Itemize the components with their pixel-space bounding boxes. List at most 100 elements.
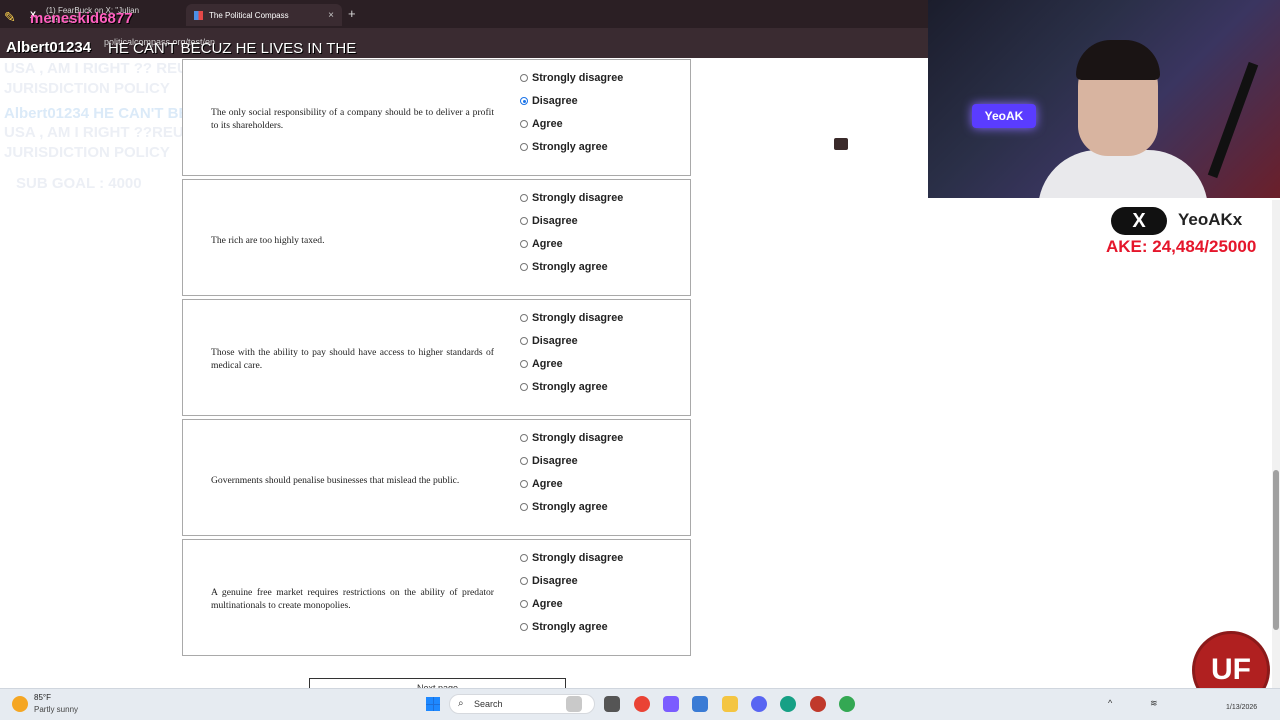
option-label: Strongly disagree bbox=[532, 552, 624, 564]
answer-option[interactable]: Agree bbox=[520, 118, 563, 130]
goal-counter: AKE: 24,484/25000 bbox=[1106, 237, 1257, 256]
radio-button[interactable] bbox=[520, 97, 528, 105]
question-text: A genuine free market requires restricti… bbox=[211, 587, 494, 611]
windows-start-icon[interactable] bbox=[426, 697, 440, 711]
radio-button[interactable] bbox=[520, 600, 528, 608]
discord-icon[interactable] bbox=[751, 696, 767, 712]
answer-option[interactable]: Disagree bbox=[520, 575, 578, 587]
option-label: Strongly agree bbox=[532, 381, 608, 393]
clock-date[interactable]: 1/13/2026 bbox=[1226, 704, 1257, 711]
edge-icon[interactable] bbox=[780, 696, 796, 712]
option-label: Strongly agree bbox=[532, 261, 608, 273]
wifi-icon[interactable]: ≋ bbox=[1150, 698, 1158, 709]
option-label: Agree bbox=[532, 598, 563, 610]
question-text: Governments should penalise businesses t… bbox=[211, 475, 460, 486]
option-label: Strongly disagree bbox=[532, 432, 624, 444]
scrollbar-thumb[interactable] bbox=[1273, 470, 1279, 630]
browser-tab-bar: X (1) FearBuck on X: "Julian Alexan..." … bbox=[0, 0, 928, 28]
answer-option[interactable]: Agree bbox=[520, 358, 563, 370]
answer-option[interactable]: Strongly agree bbox=[520, 381, 608, 393]
option-label: Agree bbox=[532, 118, 563, 130]
neon-sign: YeoAK bbox=[972, 104, 1036, 128]
radio-button[interactable] bbox=[520, 457, 528, 465]
stream-handle: YeoAKx bbox=[1178, 210, 1243, 229]
chat-username: Albert01234 bbox=[6, 39, 92, 56]
file-explorer-icon[interactable] bbox=[722, 696, 738, 712]
radio-button[interactable] bbox=[520, 120, 528, 128]
answer-option[interactable]: Disagree bbox=[520, 95, 578, 107]
radio-button[interactable] bbox=[520, 360, 528, 368]
search-icon: ⌕ bbox=[458, 698, 464, 709]
answer-option[interactable]: Strongly agree bbox=[520, 261, 608, 273]
x-logo-icon: X bbox=[1111, 207, 1167, 235]
tab-label: The Political Compass bbox=[209, 10, 289, 20]
chrome-icon[interactable] bbox=[839, 696, 855, 712]
radio-button[interactable] bbox=[520, 217, 528, 225]
answer-option[interactable]: Disagree bbox=[520, 335, 578, 347]
radio-button[interactable] bbox=[520, 554, 528, 562]
answer-option[interactable]: Agree bbox=[520, 598, 563, 610]
question-box: The rich are too highly taxed. Strongly d… bbox=[182, 179, 691, 296]
tab-political-compass[interactable]: The Political Compass × bbox=[186, 4, 342, 26]
answer-option[interactable]: Strongly agree bbox=[520, 621, 608, 633]
answer-option[interactable]: Agree bbox=[520, 238, 563, 250]
answer-option[interactable]: Strongly disagree bbox=[520, 312, 623, 324]
radio-button[interactable] bbox=[520, 263, 528, 271]
radio-button[interactable] bbox=[520, 74, 528, 82]
site-favicon-icon bbox=[194, 10, 203, 20]
weather-icon[interactable] bbox=[12, 696, 28, 712]
option-label: Disagree bbox=[532, 215, 578, 227]
question-box: Governments should penalise businesses t… bbox=[182, 419, 691, 536]
answer-option[interactable]: Strongly agree bbox=[520, 501, 608, 513]
answer-option[interactable]: Strongly disagree bbox=[520, 432, 623, 444]
answer-option[interactable]: Strongly disagree bbox=[520, 552, 623, 564]
question-box: A genuine free market requires restricti… bbox=[182, 539, 691, 656]
radio-button[interactable] bbox=[520, 623, 528, 631]
webcam-feed: YeoAK bbox=[928, 0, 1280, 198]
radio-button[interactable] bbox=[520, 337, 528, 345]
answer-option[interactable]: Disagree bbox=[520, 455, 578, 467]
option-label: Strongly disagree bbox=[532, 312, 624, 324]
option-label: Strongly agree bbox=[532, 621, 608, 633]
option-label: Strongly disagree bbox=[532, 192, 624, 204]
radio-button[interactable] bbox=[520, 194, 528, 202]
task-view-icon[interactable] bbox=[604, 696, 620, 712]
new-tab-button[interactable]: + bbox=[348, 6, 356, 21]
option-label: Strongly agree bbox=[532, 501, 608, 513]
app-icon[interactable] bbox=[566, 696, 582, 712]
copilot-icon[interactable] bbox=[663, 696, 679, 712]
radio-button[interactable] bbox=[520, 240, 528, 248]
answer-option[interactable]: Strongly disagree bbox=[520, 192, 623, 204]
answer-option[interactable]: Strongly disagree bbox=[520, 72, 623, 84]
radio-button[interactable] bbox=[520, 577, 528, 585]
question-box: The only social responsibility of a comp… bbox=[182, 59, 691, 176]
radio-button[interactable] bbox=[520, 143, 528, 151]
chrome-icon[interactable] bbox=[634, 696, 650, 712]
question-text: The only social responsibility of a comp… bbox=[211, 107, 494, 131]
app-icon[interactable] bbox=[810, 696, 826, 712]
chat-ghost-line: JURISDICTION POLICY bbox=[4, 80, 170, 97]
answer-option[interactable]: Strongly agree bbox=[520, 141, 608, 153]
close-tab-icon[interactable]: × bbox=[328, 10, 334, 21]
option-label: Agree bbox=[532, 478, 563, 490]
option-label: Strongly disagree bbox=[532, 72, 624, 84]
radio-button[interactable] bbox=[520, 314, 528, 322]
microphone-arm bbox=[1207, 61, 1259, 179]
answer-option[interactable]: Disagree bbox=[520, 215, 578, 227]
radio-button[interactable] bbox=[520, 480, 528, 488]
question-box: Those with the ability to pay should hav… bbox=[182, 299, 691, 416]
streamer-body bbox=[1038, 150, 1208, 198]
question-text: The rich are too highly taxed. bbox=[211, 235, 325, 246]
option-label: Agree bbox=[532, 358, 563, 370]
store-icon[interactable] bbox=[692, 696, 708, 712]
option-label: Agree bbox=[532, 238, 563, 250]
radio-button[interactable] bbox=[520, 503, 528, 511]
radio-button[interactable] bbox=[520, 434, 528, 442]
weather-temp[interactable]: 85°F bbox=[34, 693, 51, 702]
weather-condition[interactable]: Partly sunny bbox=[34, 705, 78, 714]
answer-option[interactable]: Agree bbox=[520, 478, 563, 490]
floating-square bbox=[834, 138, 848, 150]
radio-button[interactable] bbox=[520, 383, 528, 391]
tray-chevron-icon[interactable]: ^ bbox=[1108, 698, 1112, 708]
chat-ghost-line: SUB GOAL : 4000 bbox=[16, 175, 142, 192]
